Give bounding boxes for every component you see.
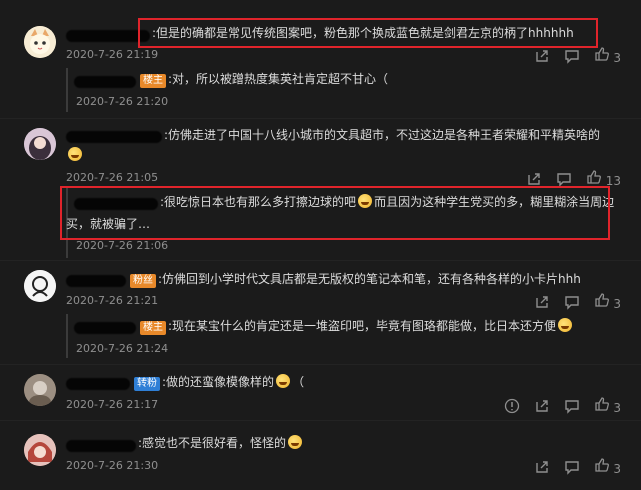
- comment-icon[interactable]: [564, 459, 580, 475]
- laugh-emoji-icon: [68, 147, 82, 161]
- share-icon[interactable]: [526, 171, 542, 187]
- timestamp: 2020-7-26 21:20: [76, 95, 169, 108]
- comment-icon[interactable]: [564, 48, 580, 64]
- comment-text: :感觉也不是很好看，怪怪的: [138, 433, 304, 453]
- comment-text: 转粉:做的还蛮像模像样的（: [132, 372, 304, 392]
- username-redacted[interactable]: [74, 322, 136, 334]
- divider: [0, 118, 641, 119]
- avatar[interactable]: [24, 374, 56, 406]
- reply-indent: [66, 314, 68, 358]
- timestamp: 2020-7-26 21:06: [76, 239, 169, 252]
- thumbs-up-icon[interactable]: [594, 396, 610, 412]
- comment-text: 粉丝:仿佛回到小学时代文具店都是无版权的笔记本和笔，还有各种各样的小卡片hhh: [128, 269, 581, 289]
- username-redacted[interactable]: [66, 440, 136, 452]
- timestamp: 2020-7-26 21:05: [66, 171, 159, 184]
- like-control[interactable]: 3: [594, 292, 621, 311]
- anime-avatar-icon: [24, 434, 56, 466]
- timestamp: 2020-7-26 21:17: [66, 398, 159, 411]
- owner-badge: 楼主: [140, 74, 166, 88]
- avatar[interactable]: [24, 270, 56, 302]
- timestamp: 2020-7-26 21:24: [76, 342, 169, 355]
- laugh-emoji-icon: [288, 435, 303, 449]
- like-count: 3: [613, 297, 621, 311]
- like-control[interactable]: 3: [594, 46, 621, 65]
- like-count: 3: [613, 401, 621, 415]
- thumbs-up-icon[interactable]: [594, 292, 610, 308]
- thumbs-up-icon[interactable]: [594, 457, 610, 473]
- highlight-box: [60, 186, 610, 240]
- laugh-emoji-icon: [558, 318, 573, 332]
- like-count: 3: [613, 51, 621, 65]
- username-redacted[interactable]: [66, 275, 126, 287]
- fan-badge: 粉丝: [130, 274, 156, 288]
- fan-badge: 转粉: [134, 377, 160, 391]
- comment-actions: 3: [504, 396, 621, 415]
- reply-text: 楼主:现在某宝什么的肯定还是一堆盗印吧，毕竟有图珞都能做，比日本还方便: [138, 316, 574, 336]
- report-icon[interactable]: [504, 398, 520, 414]
- avatar[interactable]: [24, 128, 56, 160]
- username-redacted[interactable]: [66, 378, 130, 390]
- like-control[interactable]: 3: [594, 457, 621, 476]
- like-count: 3: [613, 462, 621, 476]
- laugh-emoji-icon: [276, 374, 291, 388]
- share-icon[interactable]: [534, 398, 550, 414]
- divider: [0, 420, 641, 421]
- divider: [0, 364, 641, 365]
- avatar[interactable]: [24, 434, 56, 466]
- owner-badge: 楼主: [140, 321, 166, 335]
- timestamp: 2020-7-26 21:30: [66, 459, 159, 472]
- comment-actions: 3: [534, 46, 621, 65]
- like-control[interactable]: 3: [594, 396, 621, 415]
- share-icon[interactable]: [534, 48, 550, 64]
- comment-actions: 3: [534, 292, 621, 311]
- thumbs-up-icon[interactable]: [594, 46, 610, 62]
- comment-icon[interactable]: [556, 171, 572, 187]
- cartoon-avatar-icon: [24, 270, 56, 302]
- user-avatar-icon: [24, 128, 56, 160]
- share-icon[interactable]: [534, 459, 550, 475]
- highlight-box: [138, 18, 598, 48]
- comment-text: :仿佛走进了中国十八线小城市的文具超市，不过这边是各种王者荣耀和平精英啥的: [164, 128, 601, 142]
- username-redacted[interactable]: [66, 131, 162, 143]
- comment-icon[interactable]: [564, 398, 580, 414]
- avatar[interactable]: [24, 26, 56, 58]
- user-avatar-icon: [24, 374, 56, 406]
- reply-indent: [66, 68, 68, 112]
- thumbs-up-icon[interactable]: [586, 169, 602, 185]
- comment-actions: 3: [534, 457, 621, 476]
- share-icon[interactable]: [534, 294, 550, 310]
- reply-text: 楼主:对，所以被蹭热度集英社肯定超不甘心（: [138, 69, 388, 89]
- timestamp: 2020-7-26 21:21: [66, 294, 159, 307]
- timestamp: 2020-7-26 21:19: [66, 48, 159, 61]
- username-redacted[interactable]: [74, 76, 136, 88]
- comment-icon[interactable]: [564, 294, 580, 310]
- comment-emoji-line: [66, 145, 84, 165]
- cat-avatar-icon: [24, 26, 56, 58]
- divider: [0, 260, 641, 261]
